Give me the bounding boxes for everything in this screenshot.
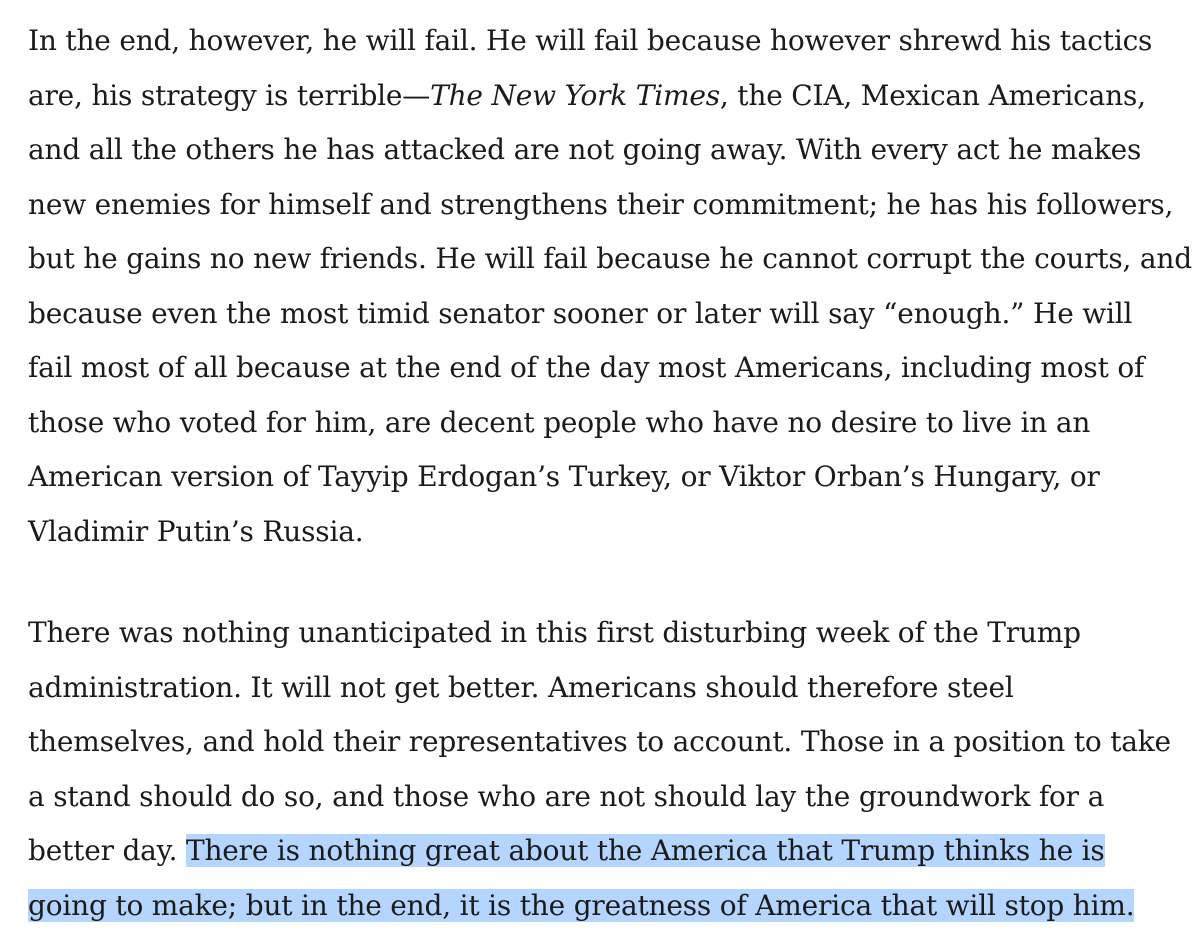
text-line: but he gains no new friends. He will fai…	[28, 242, 1192, 275]
text-line: because even the most timid senator soon…	[28, 296, 1133, 330]
text-line: American version of Tayyip Erdogan’s Tur…	[28, 460, 1100, 493]
text-fragment: are, his strategy is terrible—	[28, 78, 431, 112]
paragraph-2: There was nothing unanticipated in this …	[28, 606, 1178, 933]
text-fragment: better day.	[28, 834, 186, 867]
text-line: administration. It will not get better. …	[28, 670, 1014, 704]
publication-title: The New York Times	[430, 78, 720, 112]
text-line: better day. There is nothing great about…	[28, 824, 1178, 879]
paragraph-1: In the end, however, he will fail. He wi…	[28, 14, 1192, 559]
article-body: In the end, however, he will fail. He wi…	[28, 14, 1192, 933]
text-line: new enemies for himself and strengthens …	[28, 187, 1174, 221]
text-line: are, his strategy is terrible—The New Yo…	[28, 69, 1178, 124]
text-line: going to make; but in the end, it is the…	[28, 879, 1178, 934]
text-line: There was nothing unanticipated in this …	[28, 616, 1081, 649]
selected-text[interactable]: going to make; but in the end, it is the…	[28, 888, 1135, 922]
text-line: In the end, however, he will fail. He wi…	[28, 24, 1153, 57]
text-line: a stand should do so, and those who are …	[28, 779, 1105, 813]
text-line: themselves, and hold their representativ…	[28, 725, 1171, 758]
text-line: and all the others he has attacked are n…	[28, 133, 1142, 166]
text-line: those who voted for him, are decent peop…	[28, 405, 1091, 439]
text-fragment: , the CIA, Mexican Americans,	[719, 78, 1146, 112]
selected-text[interactable]: There is nothing great about the America…	[185, 834, 1105, 867]
text-line: Vladimir Putin’s Russia.	[28, 514, 364, 548]
text-line: fail most of all because at the end of t…	[28, 351, 1145, 384]
